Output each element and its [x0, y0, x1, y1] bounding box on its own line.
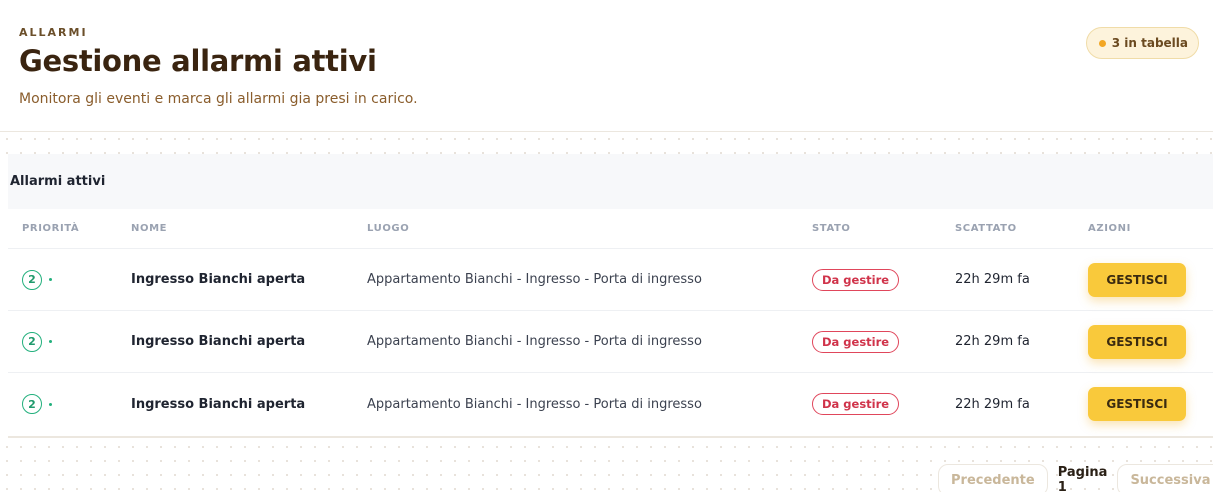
priority-badge: 2 — [22, 394, 42, 414]
alarm-place: Appartamento Bianchi - Ingresso - Porta … — [367, 396, 702, 412]
alarm-name: Ingresso Bianchi aperta — [131, 396, 306, 412]
column-header-priority: PRIORITÀ — [22, 223, 80, 234]
priority-dot-icon — [49, 278, 52, 281]
table-row[interactable]: 2 Ingresso Bianchi aperta Appartamento B… — [8, 373, 1213, 435]
count-badge-label: 3 in tabella — [1111, 36, 1188, 50]
alarms-table-card: Allarmi attivi PRIORITÀ NOME LUOGO STATO… — [8, 154, 1213, 438]
priority-dot-icon — [49, 340, 52, 343]
manage-button[interactable]: GESTISCI — [1088, 262, 1186, 297]
page-title: Gestione allarmi attivi — [19, 44, 377, 78]
alarm-name: Ingresso Bianchi aperta — [131, 272, 306, 287]
status-badge: Da gestire — [812, 393, 900, 415]
column-header-triggered: SCATTATO — [955, 223, 1017, 234]
manage-button[interactable]: GESTISCI — [1088, 387, 1186, 421]
priority-badge: 2 — [22, 331, 42, 352]
section-eyebrow: ALLARMI — [19, 26, 88, 39]
page-subtitle: Monitora gli eventi e marca gli allarmi … — [19, 91, 418, 107]
alarm-time: 22h 29m fa — [955, 272, 1030, 287]
table-row[interactable]: 2 Ingresso Bianchi aperta Appartamento B… — [8, 311, 1213, 373]
page-header: ALLARMI Gestione allarmi attivi Monitora… — [19, 26, 418, 107]
column-header-name: NOME — [131, 223, 168, 234]
previous-page-button[interactable]: Precedente — [938, 464, 1048, 492]
status-badge: Da gestire — [812, 268, 900, 291]
priority-indicator: 2 — [22, 394, 52, 414]
card-title: Allarmi attivi — [10, 174, 106, 189]
priority-indicator: 2 — [22, 331, 52, 352]
priority-dot-icon — [49, 402, 52, 406]
priority-badge: 2 — [22, 269, 42, 290]
alarm-time: 22h 29m fa — [955, 334, 1030, 349]
count-badge: 3 in tabella — [1085, 27, 1199, 59]
table-row[interactable]: 2 Ingresso Bianchi aperta Appartamento B… — [8, 249, 1213, 311]
card-header: Allarmi attivi — [8, 154, 1213, 209]
column-header-state: STATO — [812, 223, 851, 234]
alarm-place: Appartamento Bianchi - Ingresso - Porta … — [367, 334, 702, 349]
divider-band — [0, 131, 1213, 155]
alarm-name: Ingresso Bianchi aperta — [131, 334, 306, 349]
pagination: Precedente Pagina 1 Successiva — [938, 464, 1213, 492]
next-page-button[interactable]: Successiva — [1117, 464, 1213, 492]
column-header-place: LUOGO — [367, 223, 410, 234]
alarm-place: Appartamento Bianchi - Ingresso - Porta … — [367, 272, 702, 287]
status-dot-icon — [1098, 39, 1106, 47]
column-header-actions: AZIONI — [1088, 223, 1131, 234]
priority-indicator: 2 — [22, 269, 52, 290]
current-page-label: Pagina 1 — [1057, 465, 1108, 492]
table-header: PRIORITÀ NOME LUOGO STATO SCATTATO AZION… — [8, 209, 1213, 249]
status-badge: Da gestire — [812, 330, 900, 353]
alarm-time: 22h 29m fa — [955, 396, 1030, 412]
manage-button[interactable]: GESTISCI — [1088, 324, 1186, 359]
